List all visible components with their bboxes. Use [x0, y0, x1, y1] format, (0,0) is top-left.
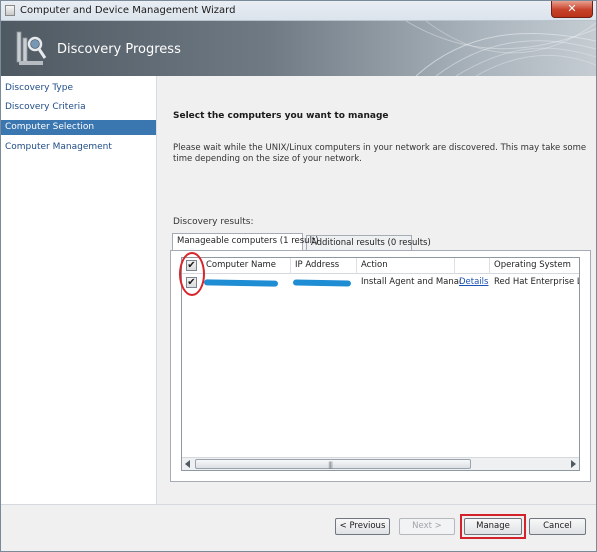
nav-item-computer-selection[interactable]: Computer Selection	[1, 120, 156, 135]
column-header-details[interactable]	[455, 258, 490, 274]
banner-title: Discovery Progress	[57, 42, 181, 57]
cancel-button[interactable]: Cancel	[529, 518, 586, 535]
title-bar: Computer and Device Management Wizard ✕	[1, 1, 596, 21]
scroll-right-arrow-icon[interactable]	[571, 460, 576, 468]
column-header-operating-system[interactable]: Operating System	[490, 258, 579, 274]
nav-item-discovery-criteria[interactable]: Discovery Criteria	[1, 100, 156, 115]
horizontal-scrollbar[interactable]: |||	[182, 457, 579, 470]
checkbox-highlight-circle	[179, 252, 205, 296]
wizard-banner: Discovery Progress	[1, 21, 596, 76]
nav-item-discovery-type[interactable]: Discovery Type	[1, 81, 156, 96]
discovery-wizard-icon	[16, 31, 47, 65]
column-header-action[interactable]: Action	[357, 258, 455, 274]
scrollbar-thumb[interactable]: |||	[195, 459, 471, 469]
discovery-results-label: Discovery results:	[173, 217, 254, 227]
table-row[interactable]: ✔ Install Agent and Manage Details Red H…	[182, 275, 580, 291]
window-icon	[5, 5, 15, 16]
wizard-footer: < Previous Next > Manage Cancel	[1, 504, 596, 551]
page-description: Please wait while the UNIX/Linux compute…	[173, 143, 587, 164]
nav-item-computer-management[interactable]: Computer Management	[1, 140, 156, 155]
next-button[interactable]: Next >	[399, 518, 455, 535]
banner-decoration	[405, 21, 596, 76]
redaction-mark	[203, 279, 279, 287]
discovery-results-grid: ✔ Computer Name IP Address Action Operat…	[181, 257, 580, 471]
manageable-computers-panel: ✔ Computer Name IP Address Action Operat…	[170, 250, 591, 482]
previous-button[interactable]: < Previous	[335, 518, 390, 535]
main-content: Select the computers you want to manage …	[158, 76, 596, 504]
tab-manageable-computers[interactable]: Manageable computers (1 result)	[172, 233, 319, 250]
wizard-step-nav: Discovery Type Discovery Criteria Comput…	[1, 76, 157, 504]
wizard-window: Computer and Device Management Wizard ✕ …	[0, 0, 597, 552]
manage-button[interactable]: Manage	[464, 518, 522, 535]
scroll-grip-icon: |||	[328, 461, 333, 469]
window-title: Computer and Device Management Wizard	[20, 5, 236, 16]
details-link[interactable]: Details	[455, 275, 490, 291]
operating-system-cell: Red Hat Enterprise L	[494, 277, 580, 287]
page-heading: Select the computers you want to manage	[173, 111, 389, 121]
close-button[interactable]: ✕	[551, 1, 593, 18]
redaction-mark	[292, 279, 352, 287]
column-header-computer-name[interactable]: Computer Name	[202, 258, 291, 274]
column-header-ip-address[interactable]: IP Address	[291, 258, 357, 274]
grid-header: ✔ Computer Name IP Address Action Operat…	[182, 258, 579, 274]
tab-additional-results[interactable]: Additional results (0 results)	[306, 235, 431, 250]
action-cell: Install Agent and Manage	[361, 277, 461, 287]
scroll-left-arrow-icon[interactable]	[185, 460, 190, 468]
